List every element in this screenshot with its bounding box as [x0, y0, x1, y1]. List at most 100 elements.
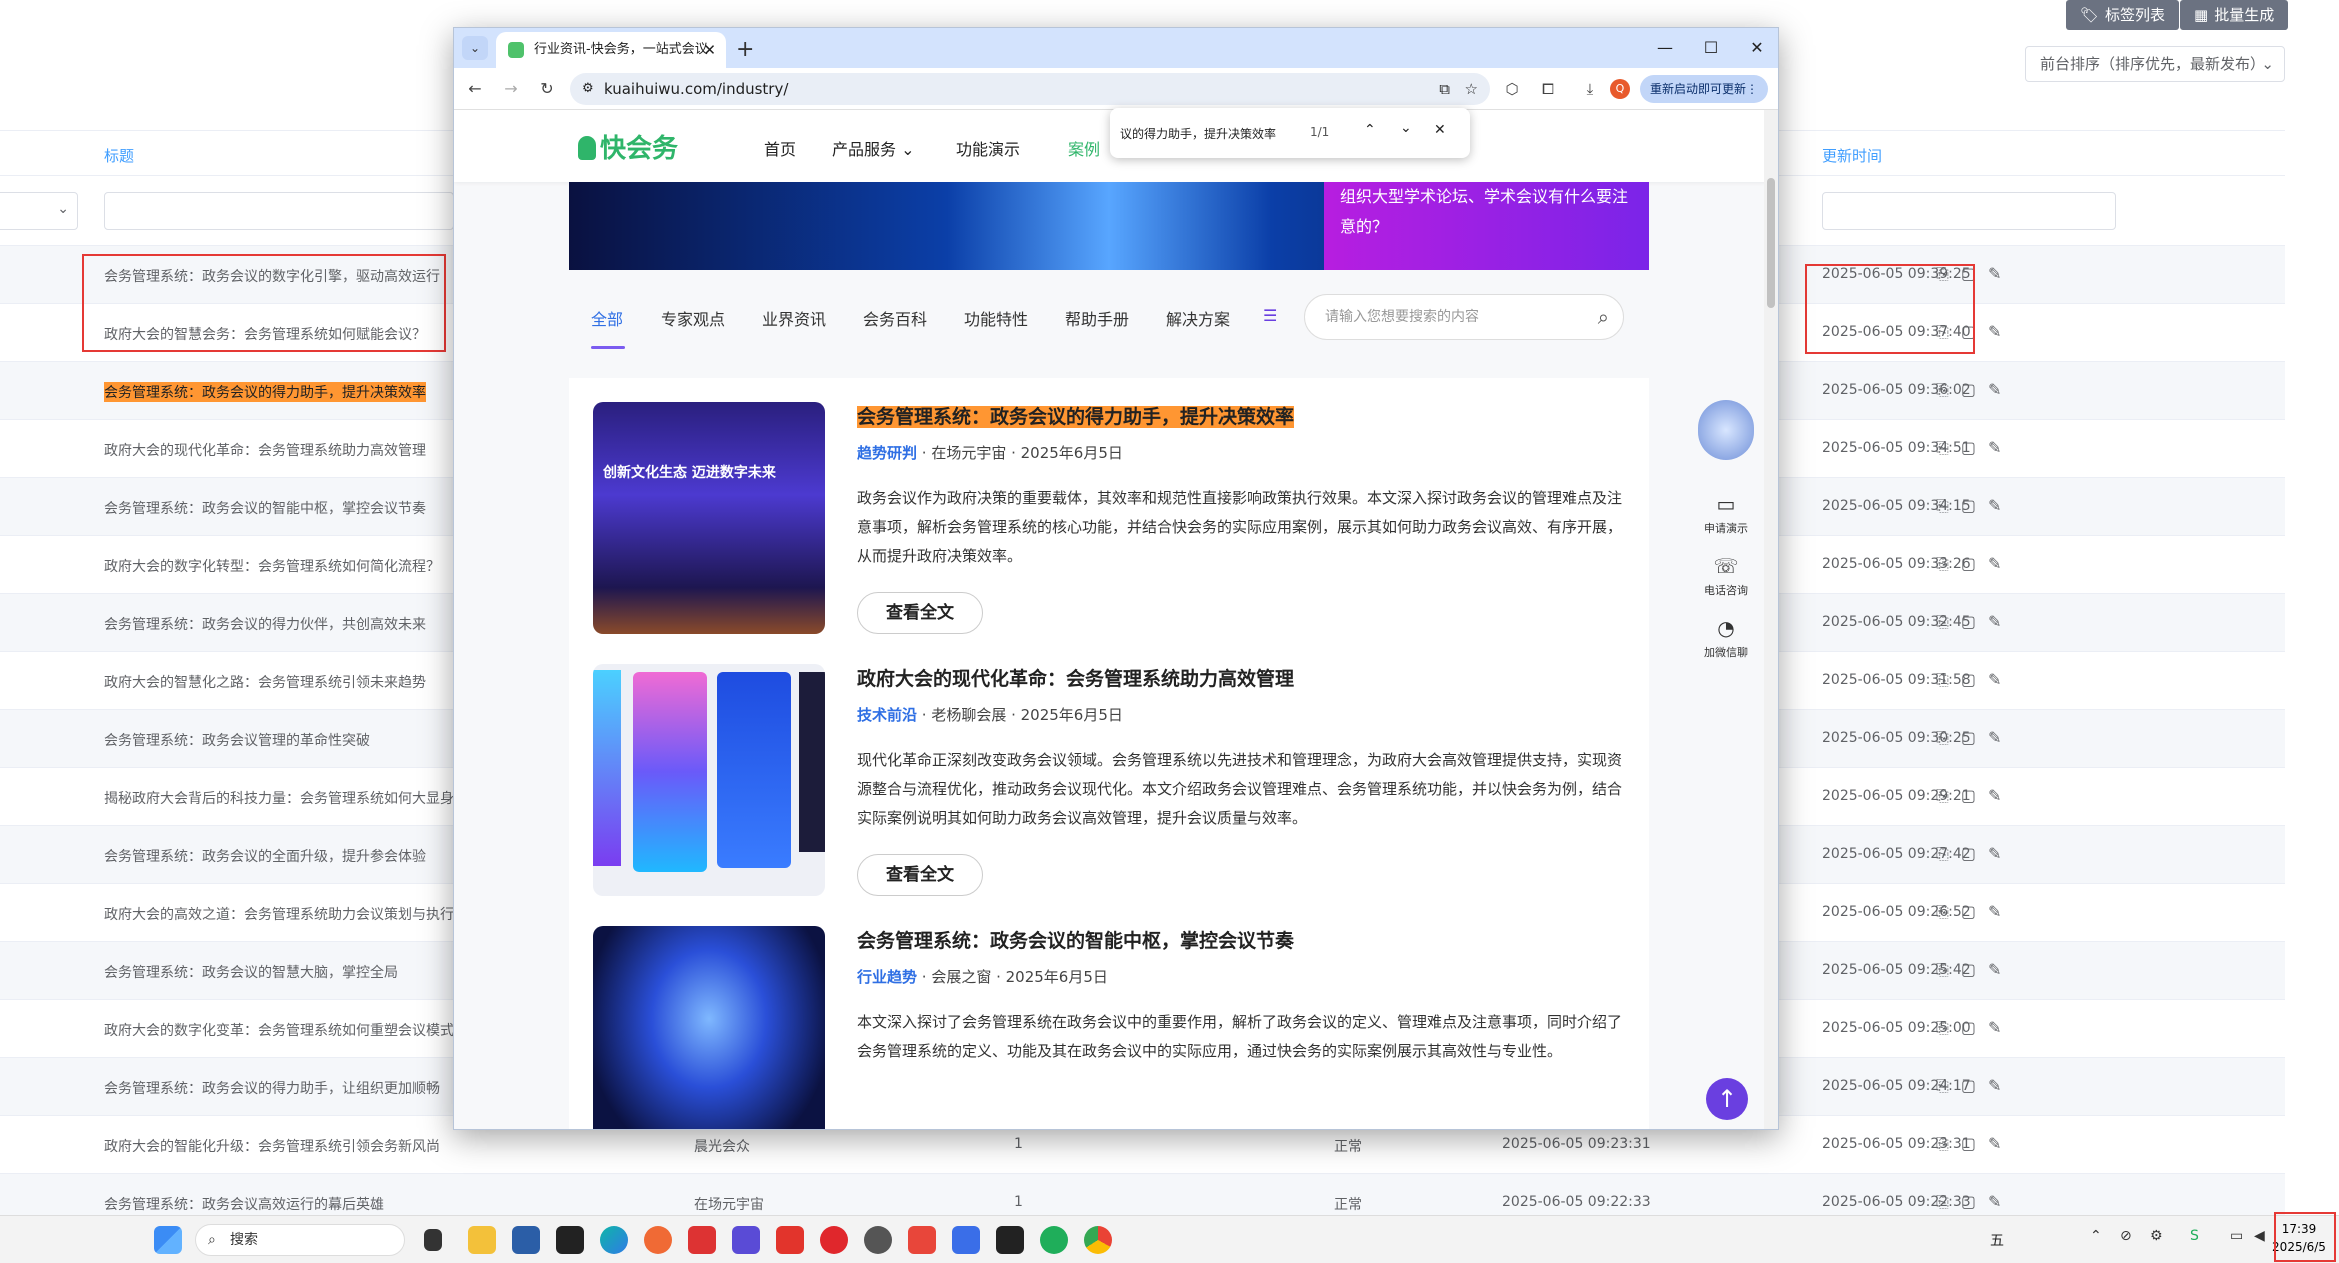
reload-button[interactable]: ↻: [534, 76, 560, 102]
comment-icon[interactable]: ▢: [1961, 786, 1988, 805]
site-info-icon[interactable]: ⚙: [582, 73, 594, 105]
bookmark-star-icon[interactable]: ☆: [1465, 73, 1478, 105]
preview-icon[interactable]: ⎘: [1936, 612, 1961, 631]
row-title[interactable]: 政府大会的现代化革命：会务管理系统助力高效管理: [104, 440, 426, 460]
tray-chevron-icon[interactable]: ⌃: [2090, 1228, 2102, 1244]
edit-icon[interactable]: ✎: [1988, 612, 2013, 631]
title-filter-input[interactable]: [104, 192, 454, 230]
tray-app-icon[interactable]: S: [2190, 1228, 2199, 1244]
app-icon[interactable]: [644, 1226, 672, 1254]
category-features[interactable]: 功能特性: [964, 306, 1028, 330]
site-search-input[interactable]: 请输入您想要搜索的内容 ⌕: [1304, 294, 1624, 340]
app-icon[interactable]: [908, 1226, 936, 1254]
app-icon[interactable]: [688, 1226, 716, 1254]
address-bar[interactable]: ⚙ kuaihuiwu.com/industry/ ⧉ ☆: [570, 73, 1490, 105]
article-title[interactable]: 政府大会的现代化革命：会务管理系统助力高效管理: [857, 664, 1294, 691]
minimize-button[interactable]: —: [1642, 28, 1688, 68]
edit-icon[interactable]: ✎: [1988, 728, 2013, 747]
article-title[interactable]: 会务管理系统：政务会议的得力助手，提升决策效率: [857, 402, 1295, 429]
search-icon[interactable]: ⌕: [1598, 295, 1609, 339]
app-icon[interactable]: [996, 1226, 1024, 1254]
row-title[interactable]: 会务管理系统：政务会议管理的革命性突破: [104, 730, 370, 750]
comment-icon[interactable]: ▢: [1961, 1192, 1988, 1211]
comment-icon[interactable]: ▢: [1961, 438, 1988, 457]
display-icon[interactable]: ▭: [2230, 1228, 2243, 1244]
category-all[interactable]: 全部: [591, 306, 623, 330]
preview-icon[interactable]: ⎘: [1936, 960, 1961, 979]
row-title[interactable]: 政府大会的数字化转型：会务管理系统如何简化流程？: [104, 556, 440, 576]
row-title[interactable]: 会务管理系统：政务会议的得力助手，让组织更加顺畅: [104, 1078, 440, 1098]
edge-icon[interactable]: [600, 1226, 628, 1254]
article-thumbnail[interactable]: [593, 926, 825, 1129]
download-icon[interactable]: ⤓: [1578, 77, 1602, 101]
edit-icon[interactable]: ✎: [1988, 1134, 2013, 1153]
back-button[interactable]: ←: [462, 76, 488, 102]
category-wiki[interactable]: 会务百科: [863, 306, 927, 330]
close-window-button[interactable]: ✕: [1734, 28, 1778, 68]
row-title[interactable]: 政府大会的智能化升级：会务管理系统引领会务新风尚: [104, 1136, 440, 1156]
nav-demo[interactable]: 功能演示: [956, 136, 1020, 160]
row-title[interactable]: 揭秘政府大会背后的科技力量：会务管理系统如何大显身: [104, 788, 454, 808]
close-tab-icon[interactable]: ✕: [703, 32, 716, 68]
filter-select[interactable]: ⌄: [0, 192, 78, 230]
row-title[interactable]: 政府大会的高效之道：会务管理系统助力会议策划与执行: [104, 904, 454, 924]
row-title[interactable]: 会务管理系统：政务会议的智慧大脑，掌控全局: [104, 962, 398, 982]
comment-icon[interactable]: ▢: [1961, 380, 1988, 399]
preview-icon[interactable]: ⎘: [1936, 496, 1961, 515]
edit-icon[interactable]: ✎: [1988, 438, 2013, 457]
row-title[interactable]: 会务管理系统：政务会议的得力助手，提升决策效率: [104, 382, 426, 402]
row-title[interactable]: 会务管理系统：政务会议的智能中枢，掌控会议节奏: [104, 498, 426, 518]
chrome-icon[interactable]: [1084, 1226, 1112, 1254]
comment-icon[interactable]: ▢: [1961, 1018, 1988, 1037]
taskbar-search[interactable]: ⌕ 搜索: [195, 1224, 405, 1256]
app-icon[interactable]: [952, 1226, 980, 1254]
sort-select[interactable]: 前台排序（排序优先，最新发布） ⌄: [2025, 46, 2285, 82]
edit-icon[interactable]: ✎: [1988, 786, 2013, 805]
ime-indicator[interactable]: 五: [1990, 1230, 2004, 1250]
row-title[interactable]: 会务管理系统：政务会议的全面升级，提升参会体验: [104, 846, 426, 866]
comment-icon[interactable]: ▢: [1961, 612, 1988, 631]
page-scrollbar[interactable]: [1764, 110, 1778, 1129]
forward-button[interactable]: →: [498, 76, 524, 102]
row-title[interactable]: 会务管理系统：政务会议的得力伙伴，共创高效未来: [104, 614, 426, 634]
updated-filter-input[interactable]: [1822, 192, 2116, 230]
relaunch-update-button[interactable]: 重新启动即可更新 ⋮: [1640, 75, 1768, 103]
comment-icon[interactable]: ▢: [1961, 960, 1988, 979]
category-industry[interactable]: 业界资讯: [762, 306, 826, 330]
find-prev-icon[interactable]: ⌃: [1364, 122, 1376, 138]
article-title[interactable]: 会务管理系统：政务会议的智能中枢，掌控会议节奏: [857, 926, 1294, 953]
read-more-button[interactable]: 查看全文: [857, 854, 983, 896]
app-icon[interactable]: [864, 1226, 892, 1254]
row-title[interactable]: 政府大会的数字化变革：会务管理系统如何重塑会议模式: [104, 1020, 454, 1040]
tab-search-button[interactable]: ⌄: [462, 36, 488, 60]
app-icon[interactable]: [820, 1226, 848, 1254]
phone-consult-button[interactable]: ☏ 电话咨询: [1694, 554, 1758, 598]
apply-demo-button[interactable]: ▭ 申请演示: [1694, 492, 1758, 536]
preview-icon[interactable]: ⎘: [1936, 902, 1961, 921]
edit-icon[interactable]: ✎: [1988, 264, 2013, 283]
edit-icon[interactable]: ✎: [1988, 1192, 2013, 1211]
category-expert[interactable]: 专家观点: [661, 306, 725, 330]
nav-products[interactable]: 产品服务 ⌄: [832, 136, 915, 160]
edit-icon[interactable]: ✎: [1988, 1076, 2013, 1095]
wechat-contact-button[interactable]: ◔ 加微信聊: [1694, 616, 1758, 660]
article-thumbnail[interactable]: 创新文化生态 迈进数字未来: [593, 402, 825, 634]
category-help[interactable]: 帮助手册: [1065, 306, 1129, 330]
batch-generate-button[interactable]: ▦ 批量生成: [2180, 0, 2289, 30]
file-explorer-icon[interactable]: [468, 1226, 496, 1254]
nav-cases[interactable]: 案例: [1068, 136, 1100, 160]
translate-icon[interactable]: ⧉: [1439, 73, 1450, 105]
edit-icon[interactable]: ✎: [1988, 496, 2013, 515]
comment-icon[interactable]: ▢: [1961, 670, 1988, 689]
store-icon[interactable]: [512, 1226, 540, 1254]
comment-icon[interactable]: ▢: [1961, 496, 1988, 515]
tag-list-button[interactable]: 🏷 标签列表: [2066, 0, 2180, 30]
app-icon[interactable]: [732, 1226, 760, 1254]
edit-icon[interactable]: ✎: [1988, 1018, 2013, 1037]
comment-icon[interactable]: ▢: [1961, 902, 1988, 921]
task-view-icon[interactable]: [424, 1229, 442, 1251]
extension-icon[interactable]: ⬡: [1500, 77, 1524, 101]
edit-icon[interactable]: ✎: [1988, 322, 2013, 341]
preview-icon[interactable]: ⎘: [1936, 1018, 1961, 1037]
preview-icon[interactable]: ⎘: [1936, 670, 1961, 689]
